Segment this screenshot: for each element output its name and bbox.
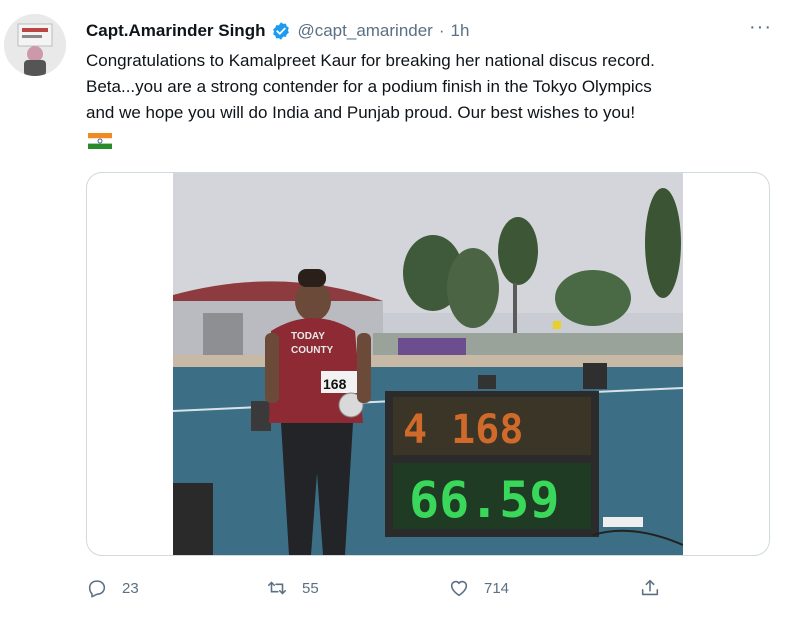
tweet-photo[interactable]: 168 TODAY COUNTY 4 168 66.59 [173, 173, 683, 555]
avatar[interactable] [4, 14, 66, 76]
tweet-actions: 23 55 714 [86, 572, 686, 604]
separator-dot: · [438, 21, 445, 40]
scoreboard-bottom: 66.59 [409, 471, 560, 529]
timestamp[interactable]: 1h [451, 21, 470, 41]
tweet-text: Congratulations to Kamalpreet Kaur for b… [86, 48, 776, 126]
tweet-text-line: and we hope you will do India and Punjab… [86, 103, 636, 122]
share-button[interactable] [639, 577, 661, 599]
retweet-button[interactable]: 55 [266, 577, 319, 599]
shirt-text-line: TODAY [291, 331, 325, 342]
tweet-media[interactable]: 168 TODAY COUNTY 4 168 66.59 [86, 172, 770, 556]
scoreboard-top: 4 168 [403, 407, 523, 453]
more-options-icon[interactable]: ··· [749, 17, 772, 37]
verified-badge-icon [273, 22, 290, 40]
share-icon [641, 579, 659, 596]
like-button[interactable]: 714 [448, 577, 509, 599]
like-count: 714 [484, 579, 510, 597]
retweet-count: 55 [302, 579, 319, 597]
tweet-header: Capt.Amarinder Singh @capt_amarinder · 1… [86, 18, 780, 44]
bib-number: 168 [323, 376, 347, 392]
reply-count: 23 [122, 579, 139, 597]
heart-icon [450, 580, 468, 597]
tweet: Capt.Amarinder Singh @capt_amarinder · 1… [0, 0, 800, 624]
retweet-icon [267, 581, 287, 595]
tweet-text-line: Congratulations to Kamalpreet Kaur for b… [86, 51, 655, 70]
tweet-text-line: Beta...you are a strong contender for a … [86, 77, 652, 96]
author-handle[interactable]: @capt_amarinder [297, 21, 432, 41]
reply-button[interactable]: 23 [86, 577, 139, 599]
shirt-text-line: COUNTY [291, 345, 334, 356]
author-name[interactable]: Capt.Amarinder Singh [86, 21, 265, 41]
india-flag-icon [88, 133, 112, 149]
reply-icon [88, 580, 106, 598]
